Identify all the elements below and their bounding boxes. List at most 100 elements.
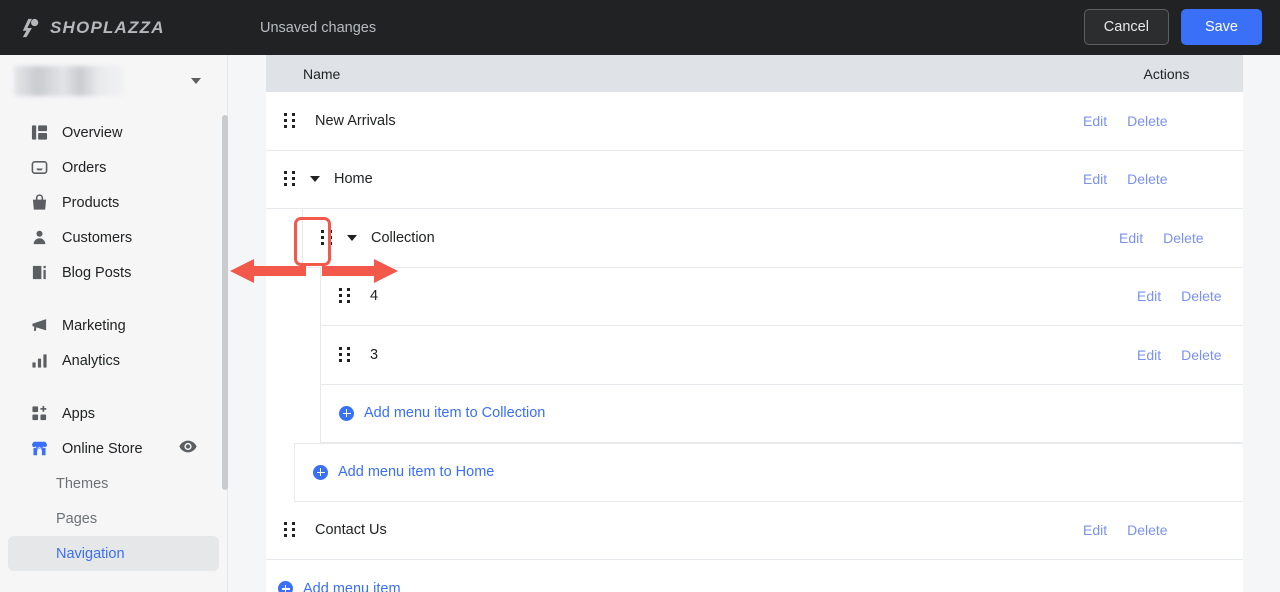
column-header-actions: Actions: [1143, 65, 1190, 82]
menu-item-name: Home: [334, 171, 373, 188]
sidebar-item-overview[interactable]: Overview: [8, 115, 219, 150]
top-bar-actions: Cancel Save: [1083, 9, 1262, 45]
table-row[interactable]: New Arrivals Edit Delete: [266, 92, 1243, 151]
sidebar-item-label: Navigation: [56, 545, 125, 562]
main-content: Name Actions New Arrivals Edit Delete Ho…: [229, 55, 1280, 592]
sidebar-divider: [0, 290, 227, 308]
drag-handle-icon[interactable]: [339, 346, 351, 363]
row-actions: Edit Delete: [1137, 347, 1280, 363]
delete-link[interactable]: Delete: [1163, 230, 1203, 246]
menu-item-name: Collection: [371, 229, 435, 246]
cancel-button[interactable]: Cancel: [1083, 9, 1169, 45]
add-menu-item-to-home-row[interactable]: Add menu item to Home: [294, 443, 1243, 502]
sidebar-item-label: Blog Posts: [62, 264, 132, 281]
menu-item-name: 3: [370, 346, 379, 363]
sidebar-item-marketing[interactable]: Marketing: [8, 308, 219, 343]
sidebar-item-label: Marketing: [62, 317, 126, 334]
table-row[interactable]: Contact Us Edit Delete: [266, 501, 1243, 560]
orders-inbox-icon: [30, 158, 49, 177]
sidebar-scrollbar-thumb[interactable]: [222, 115, 228, 490]
blog-posts-icon: [30, 263, 49, 282]
shoplazza-logo-icon: [20, 18, 42, 38]
table-row[interactable]: 3 Edit Delete: [320, 326, 1243, 385]
sidebar-item-blog-posts[interactable]: Blog Posts: [8, 255, 219, 290]
delete-link[interactable]: Delete: [1127, 171, 1167, 187]
sidebar-item-label: Apps: [62, 405, 96, 422]
menu-item-name: 4: [370, 288, 379, 305]
table-header: Name Actions: [266, 55, 1243, 92]
apps-grid-plus-icon: [30, 404, 49, 423]
delete-link[interactable]: Delete: [1127, 113, 1167, 129]
edit-link[interactable]: Edit: [1137, 288, 1161, 304]
sidebar: Overview Orders Products Customers Blog …: [0, 55, 228, 592]
edit-link[interactable]: Edit: [1137, 347, 1161, 363]
drag-handle-icon[interactable]: [284, 112, 296, 129]
sidebar-item-label: Online Store: [62, 440, 143, 457]
add-menu-item-link[interactable]: Add menu item: [303, 581, 401, 592]
drag-handle-icon[interactable]: [284, 171, 296, 187]
edit-link[interactable]: Edit: [1083, 171, 1107, 187]
sidebar-item-orders[interactable]: Orders: [8, 150, 219, 185]
sidebar-item-themes[interactable]: Themes: [8, 466, 219, 501]
collapse-caret-icon[interactable]: [310, 176, 320, 183]
sidebar-item-apps[interactable]: Apps: [8, 396, 219, 431]
drag-handle-icon[interactable]: [284, 522, 296, 538]
sidebar-item-label: Analytics: [62, 352, 121, 369]
sidebar-item-analytics[interactable]: Analytics: [8, 343, 219, 378]
store-name-redacted: [14, 66, 124, 96]
edit-link[interactable]: Edit: [1083, 522, 1107, 538]
store-switcher[interactable]: [0, 55, 227, 107]
marketing-megaphone-icon: [30, 316, 49, 335]
sidebar-divider: [0, 378, 227, 396]
plus-circle-icon: [313, 464, 328, 480]
brand-text: SHOPLAZZA: [50, 17, 165, 37]
delete-link[interactable]: Delete: [1181, 347, 1221, 363]
delete-link[interactable]: Delete: [1127, 522, 1167, 538]
dashboard-icon: [30, 123, 49, 142]
menu-item-name: New Arrivals: [315, 112, 396, 129]
sidebar-item-label: Overview: [62, 124, 123, 141]
menu-item-name: Contact Us: [315, 522, 387, 539]
column-header-name: Name: [303, 65, 341, 82]
plus-circle-icon: [278, 581, 293, 592]
sidebar-item-label: Orders: [62, 159, 107, 176]
sidebar-item-products[interactable]: Products: [8, 185, 219, 220]
table-row[interactable]: Home Edit Delete: [266, 150, 1243, 209]
add-menu-item-to-collection-link[interactable]: Add menu item to Collection: [364, 405, 545, 421]
analytics-bars-icon: [30, 351, 49, 370]
add-menu-item-to-home-link[interactable]: Add menu item to Home: [338, 464, 494, 480]
sidebar-item-pages[interactable]: Pages: [8, 501, 219, 536]
app-root: SHOPLAZZA Unsaved changes Cancel Save Ov…: [0, 0, 1280, 592]
add-menu-item-row[interactable]: Add menu item: [266, 560, 1243, 592]
unsaved-changes-status: Unsaved changes: [260, 19, 377, 36]
drag-handle-icon[interactable]: [321, 229, 333, 246]
customers-person-icon: [30, 228, 49, 247]
products-bag-icon: [30, 193, 49, 212]
chevron-down-icon[interactable]: [191, 78, 201, 84]
sidebar-item-customers[interactable]: Customers: [8, 220, 219, 255]
delete-link[interactable]: Delete: [1181, 288, 1221, 304]
sidebar-item-online-store[interactable]: Online Store: [8, 431, 219, 466]
table-row[interactable]: Collection Edit Delete: [302, 209, 1243, 268]
sidebar-item-label: Themes: [56, 475, 109, 492]
save-button[interactable]: Save: [1180, 9, 1262, 45]
plus-circle-icon: [339, 405, 354, 421]
top-bar: SHOPLAZZA Unsaved changes Cancel Save: [0, 0, 1280, 55]
sidebar-item-label: Products: [62, 194, 120, 211]
sidebar-item-navigation[interactable]: Navigation: [8, 536, 219, 571]
storefront-icon: [30, 439, 49, 458]
add-menu-item-to-collection-row[interactable]: Add menu item to Collection: [320, 384, 1243, 443]
sidebar-item-label: Pages: [56, 510, 98, 527]
eye-icon[interactable]: [179, 440, 197, 458]
row-actions: Edit Delete: [1137, 288, 1280, 304]
edit-link[interactable]: Edit: [1119, 230, 1143, 246]
row-actions: Edit Delete: [1119, 230, 1279, 246]
drag-handle-icon[interactable]: [339, 288, 351, 304]
table-row[interactable]: 4 Edit Delete: [320, 267, 1243, 326]
menu-items-card: Name Actions New Arrivals Edit Delete Ho…: [266, 55, 1243, 592]
brand[interactable]: SHOPLAZZA: [20, 18, 230, 38]
edit-link[interactable]: Edit: [1083, 113, 1107, 129]
collapse-caret-icon[interactable]: [347, 234, 357, 241]
sidebar-item-label: Customers: [62, 229, 133, 246]
row-actions: Edit Delete: [1083, 113, 1243, 129]
